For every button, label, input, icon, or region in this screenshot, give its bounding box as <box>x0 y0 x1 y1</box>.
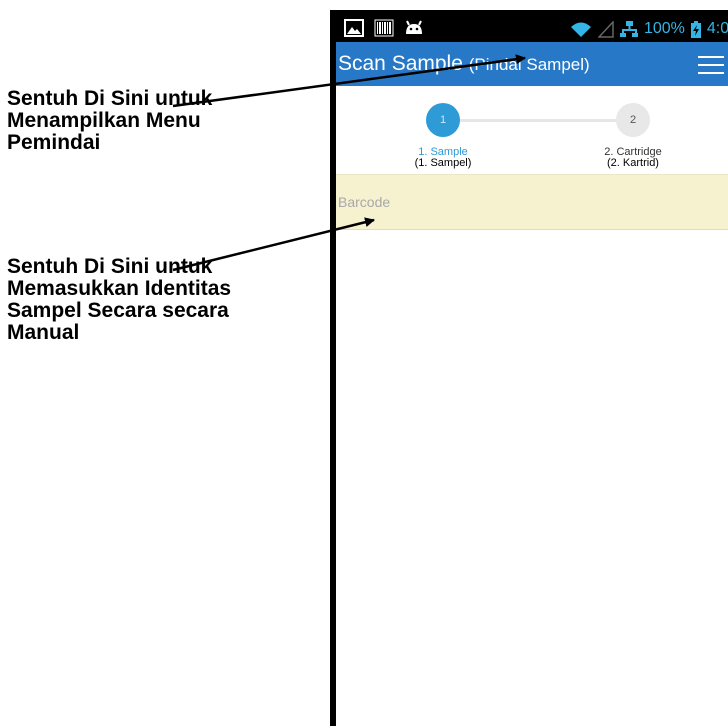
arrow-to-barcode <box>172 217 375 272</box>
annotation-arrows <box>172 54 526 272</box>
arrow-to-menu <box>172 54 526 108</box>
